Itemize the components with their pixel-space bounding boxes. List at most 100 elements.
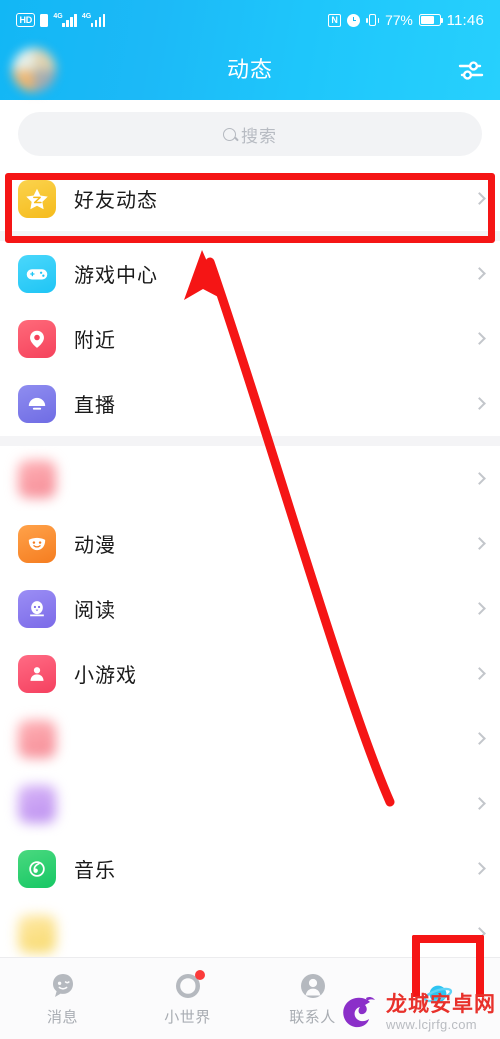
small-world-icon: [173, 969, 205, 1001]
section-divider: [0, 436, 500, 446]
list-item-hidden-1[interactable]: ​: [0, 446, 500, 511]
status-bar-right: N 77% 11:46: [328, 12, 484, 29]
network-type-label-1: 4G: [53, 12, 63, 20]
live-arc-icon-svg: [28, 397, 46, 410]
battery-icon: [418, 14, 444, 26]
chevron-right-icon: [473, 267, 486, 280]
reading-penguin-icon-svg: [30, 600, 44, 616]
gamepad-icon: [18, 254, 56, 293]
signal-bars-icon-1: 4G: [53, 12, 77, 27]
blurred-icon: [18, 719, 56, 758]
map-pin-icon: [18, 319, 56, 358]
status-bar: HD 4G 4G N 77% 11:46: [0, 0, 500, 40]
list-item-reading[interactable]: 阅读: [0, 576, 500, 641]
chevron-right-icon: [473, 192, 486, 205]
page-title: 动态: [226, 57, 273, 82]
alarm-clock-icon: [347, 13, 361, 27]
clock-label: 11:46: [446, 11, 484, 29]
tab-messages[interactable]: 消息: [0, 971, 125, 1027]
tab-label: 消息: [46, 1008, 78, 1026]
list-item-label: 游戏中心: [74, 265, 158, 287]
search-placeholder: 搜索: [241, 126, 277, 146]
blurred-icon: [18, 459, 56, 498]
anime-face-icon-svg: [28, 537, 46, 550]
sliders-icon[interactable]: [458, 58, 484, 82]
app-header: HD 4G 4G N 77% 11:46 动态: [0, 0, 500, 100]
signal-bars-icon-2: 4G: [81, 12, 106, 27]
chevron-right-icon: [473, 797, 486, 810]
list-item-live[interactable]: 直播: [0, 371, 500, 436]
phone-screen: HD 4G 4G N 77% 11:46 动态 搜索 好友动态 游戏中心 附近 …: [0, 0, 500, 1039]
title-bar: 动态: [0, 40, 500, 100]
contacts-person-icon: [298, 971, 328, 1001]
list-item-label: ​: [74, 727, 101, 749]
list-item-label: ​: [74, 922, 107, 944]
hd-icon: HD: [16, 13, 36, 27]
chevron-right-icon: [473, 927, 486, 940]
blurred-icon: [18, 914, 56, 953]
list-item-nearby[interactable]: 附近: [0, 306, 500, 371]
live-arc-icon: [18, 384, 56, 423]
anime-face-icon: [18, 524, 56, 563]
dragon-c-logo: [336, 989, 382, 1035]
search-section: 搜索: [0, 100, 500, 166]
map-pin-icon-svg: [30, 330, 44, 348]
chevron-right-icon: [473, 537, 486, 550]
watermark-site-url: www.lcjrfg.com: [386, 1016, 477, 1032]
list-item-label: ​: [74, 467, 114, 489]
list-item-label: 附近: [74, 330, 116, 352]
feature-list: 好友动态 游戏中心: [0, 166, 500, 966]
chevron-right-icon: [473, 472, 486, 485]
nfc-icon: N: [328, 13, 342, 27]
star-icon-svg: [26, 188, 48, 209]
list-item-friends-feed[interactable]: 好友动态: [0, 166, 500, 231]
gamepad-icon-svg: [26, 268, 48, 279]
list-item-anime[interactable]: 动漫: [0, 511, 500, 576]
notification-badge: [194, 969, 205, 980]
list-item-label: 直播: [74, 395, 116, 417]
chevron-right-icon: [473, 332, 486, 345]
star-icon: [18, 179, 56, 218]
watermark-text: 龙城安卓网 www.lcjrfg.com: [386, 994, 496, 1031]
chevron-right-icon: [473, 862, 486, 875]
vibrate-mode-icon: [366, 14, 380, 26]
search-icon: [223, 127, 236, 141]
chevron-right-icon: [473, 667, 486, 680]
dragon-c-logo-svg: [343, 996, 375, 1028]
list-item-label: 小游戏: [74, 665, 137, 687]
reading-penguin-icon: [18, 589, 56, 628]
list-item-label: ​: [74, 792, 101, 814]
chat-ghost-icon-svg: [52, 973, 73, 997]
chevron-right-icon: [473, 397, 486, 410]
list-item-label: 好友动态: [74, 190, 158, 212]
list-item-label: 音乐: [74, 860, 116, 882]
list-item-mini-games[interactable]: 小游戏: [0, 641, 500, 706]
sliders-icon-svg: [458, 61, 484, 80]
tab-label: 小世界: [164, 1008, 211, 1026]
search-input[interactable]: 搜索: [18, 112, 482, 156]
chevron-right-icon: [473, 602, 486, 615]
contacts-person-icon-svg: [300, 973, 325, 998]
list-item-hidden-3[interactable]: ​: [0, 771, 500, 836]
list-item-game-center[interactable]: 游戏中心: [0, 241, 500, 306]
watermark-site-name: 龙城安卓网: [386, 992, 496, 1016]
chat-ghost-icon: [48, 971, 78, 1001]
list-item-music[interactable]: 音乐: [0, 836, 500, 901]
section-divider: [0, 231, 500, 241]
list-item-label: 阅读: [74, 600, 116, 622]
status-bar-left: HD 4G 4G: [16, 12, 106, 27]
chevron-right-icon: [473, 732, 486, 745]
list-item-label: 动漫: [74, 535, 116, 557]
network-type-label-2: 4G: [81, 12, 92, 20]
blurred-icon: [18, 784, 56, 823]
tab-label: 联系人: [289, 1008, 336, 1026]
mini-game-icon: [18, 654, 56, 693]
list-item-hidden-2[interactable]: ​: [0, 706, 500, 771]
site-watermark: 龙城安卓网 www.lcjrfg.com: [336, 989, 496, 1035]
mini-game-icon-svg: [30, 666, 44, 681]
music-note-icon-svg: [29, 860, 45, 877]
tab-small-world[interactable]: 小世界: [125, 969, 250, 1027]
music-note-icon: [18, 849, 56, 888]
sim-card-icon: [40, 13, 49, 27]
battery-percent-label: 77%: [385, 12, 413, 28]
